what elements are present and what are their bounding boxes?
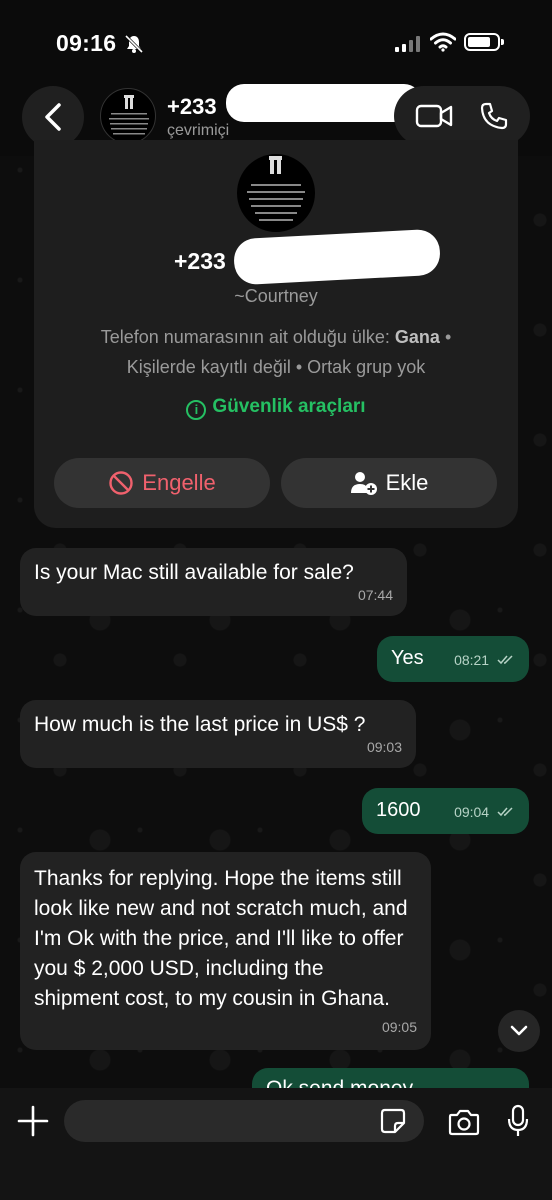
- message-time: 09:03: [366, 739, 402, 755]
- message-time-label: 08:21: [454, 652, 490, 668]
- chevron-left-icon: [45, 103, 61, 131]
- add-contact-button[interactable]: Ekle: [281, 458, 497, 508]
- microphone-icon[interactable]: [506, 1104, 530, 1138]
- bell-off-icon: [124, 34, 144, 54]
- add-person-icon: [350, 472, 377, 495]
- message-bubble-outgoing[interactable]: 1600 09:04: [362, 788, 529, 834]
- add-label: Ekle: [385, 470, 429, 495]
- redaction-mark: [226, 84, 422, 122]
- message-text: Is your Mac still available for sale?: [34, 561, 354, 584]
- country-prefix: Telefon numarasının ait olduğu ülke:: [100, 327, 395, 347]
- video-call-icon[interactable]: [415, 103, 453, 129]
- avatar-silhouette-icon: [247, 156, 305, 221]
- contact-info-card: +233 ~Courtney Telefon numarasının ait o…: [34, 140, 518, 528]
- message-bubble-incoming[interactable]: Is your Mac still available for sale? 07…: [20, 548, 407, 616]
- message-time: 09:04: [454, 797, 517, 827]
- message-text: How much is the last price in US$ ?: [34, 713, 366, 736]
- chevron-down-icon: [510, 1025, 528, 1036]
- contact-phone-number: +233: [167, 94, 217, 119]
- online-status: çevrimiçi: [167, 122, 230, 139]
- sticker-icon[interactable]: [380, 1108, 406, 1134]
- message-time: 08:21: [454, 645, 517, 675]
- message-time: 07:44: [357, 587, 393, 603]
- contact-avatar-large[interactable]: [237, 154, 315, 232]
- double-check-icon: [497, 807, 513, 817]
- camera-icon[interactable]: [448, 1108, 480, 1136]
- contact-meta: Telefon numarasının ait olduğu ülke: Gan…: [34, 322, 518, 382]
- info-icon: i: [186, 400, 207, 420]
- block-icon: [109, 471, 133, 495]
- double-check-icon: [497, 655, 513, 665]
- wifi-icon: [430, 32, 456, 52]
- message-time-label: 09:04: [454, 804, 490, 820]
- message-bubble-incoming[interactable]: Thanks for replying. Hope the items stil…: [20, 852, 431, 1050]
- message-input[interactable]: [64, 1100, 424, 1142]
- redaction-mark: [232, 228, 442, 286]
- back-button[interactable]: [22, 86, 84, 148]
- contact-push-name: ~Courtney: [234, 286, 318, 306]
- country-suffix: •: [439, 327, 452, 347]
- message-text: Thanks for replying. Hope the items stil…: [34, 867, 408, 1010]
- battery-icon: [464, 33, 504, 51]
- cellular-signal-icon: [395, 36, 420, 52]
- message-input-bar: [0, 1088, 552, 1200]
- avatar-silhouette-icon: [109, 95, 149, 135]
- block-button[interactable]: Engelle: [54, 458, 270, 508]
- scroll-to-bottom-button[interactable]: [498, 1010, 540, 1052]
- status-time: 09:16: [56, 30, 117, 56]
- country-name: Gana: [394, 327, 440, 347]
- block-label: Engelle: [142, 470, 216, 495]
- voice-call-icon[interactable]: [479, 101, 509, 131]
- security-tools-label: Güvenlik araçları: [212, 396, 366, 417]
- status-bar: 09:16: [0, 0, 552, 80]
- country-line: Telefon numarasının ait olduğu ülke: Gan…: [34, 322, 518, 352]
- security-tools-link[interactable]: i Güvenlik araçları: [34, 396, 518, 420]
- contact-avatar[interactable]: [100, 88, 156, 144]
- contact-status-line: Kişilerde kayıtlı değil • Ortak grup yok: [126, 357, 426, 377]
- message-bubble-incoming[interactable]: How much is the last price in US$ ? 09:0…: [20, 700, 416, 768]
- card-phone-number: +233: [174, 248, 226, 274]
- message-time: 09:05: [381, 1019, 417, 1035]
- call-buttons-group: [394, 86, 530, 146]
- plus-icon[interactable]: [16, 1104, 50, 1138]
- message-bubble-outgoing[interactable]: Yes 08:21: [377, 636, 529, 682]
